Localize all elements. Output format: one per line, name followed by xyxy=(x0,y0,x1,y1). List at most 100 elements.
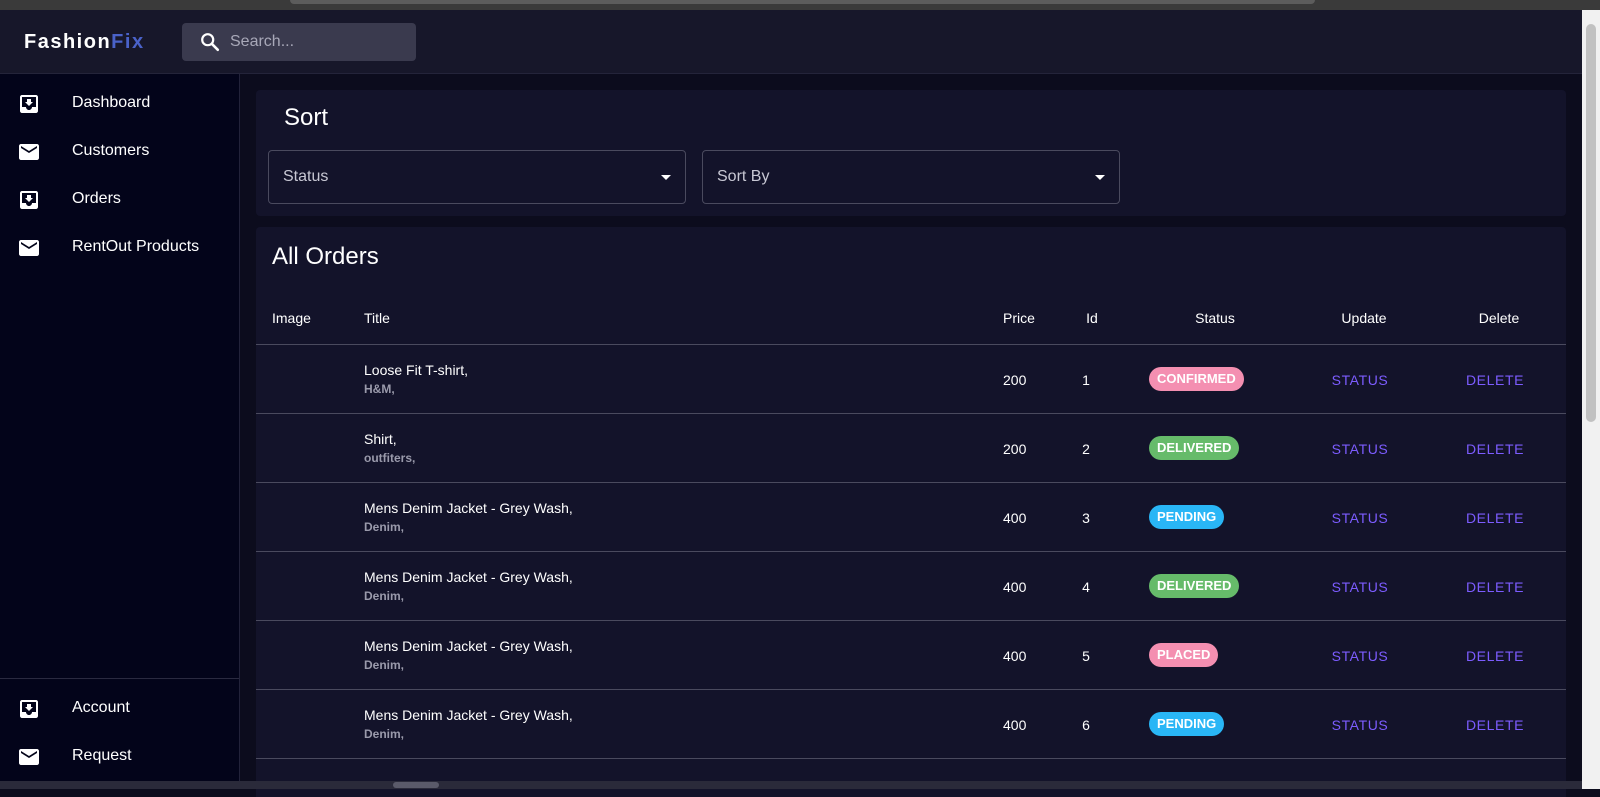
search-input[interactable] xyxy=(230,23,410,61)
sidebar-item-label: Orders xyxy=(72,190,121,207)
order-brand: H&M, xyxy=(364,382,395,396)
status-badge: DELIVERED xyxy=(1149,436,1240,460)
table-row: Mens Denim Jacket - Grey Wash, Denim, 40… xyxy=(256,482,1566,552)
status-badge: DELIVERED xyxy=(1149,574,1240,598)
order-id: 6 xyxy=(1082,717,1090,733)
status-badge: CONFIRMED xyxy=(1149,367,1244,391)
browser-top-bar xyxy=(0,0,1600,10)
vertical-scrollbar[interactable] xyxy=(1582,10,1600,789)
order-id: 2 xyxy=(1082,441,1090,457)
status-badge: PENDING xyxy=(1149,505,1225,529)
browser-top-bar-inner xyxy=(290,0,1315,4)
mail-icon xyxy=(19,144,39,160)
order-brand: Denim, xyxy=(364,520,405,534)
orders-title: All Orders xyxy=(272,243,379,270)
column-header-title: Title xyxy=(364,310,390,326)
search-icon xyxy=(201,33,220,52)
order-brand: Denim, xyxy=(364,589,405,603)
mail-icon xyxy=(19,749,39,765)
app-bar: FashionFix xyxy=(0,10,1582,74)
sidebar-item-request[interactable]: Request xyxy=(0,734,239,780)
sidebar-item-account[interactable]: Account xyxy=(0,686,239,732)
order-id: 1 xyxy=(1082,372,1090,388)
sidebar-item-orders[interactable]: Orders xyxy=(0,177,239,223)
app-logo[interactable]: FashionFix xyxy=(24,31,145,54)
order-title: Shirt, xyxy=(364,431,397,447)
update-status-button[interactable]: STATUS xyxy=(1332,441,1389,457)
sort-title: Sort xyxy=(284,104,329,131)
order-price: 400 xyxy=(1003,717,1027,733)
order-title: Mens Denim Jacket - Grey Wash, xyxy=(364,569,573,585)
order-title: Loose Fit T-shirt, xyxy=(364,362,469,378)
sidebar-item-label: Request xyxy=(72,747,132,764)
column-header-status: Status xyxy=(1195,310,1235,326)
order-title: Mens Denim Jacket - Grey Wash, xyxy=(364,707,573,723)
sidebar-item-dashboard[interactable]: Dashboard xyxy=(0,81,239,127)
table-row: Loose Fit T-shirt, H&M, 200 1 CONFIRMED … xyxy=(256,344,1566,414)
delete-button[interactable]: DELETE xyxy=(1466,510,1524,526)
update-status-button[interactable]: STATUS xyxy=(1332,648,1389,664)
search-box[interactable] xyxy=(182,23,416,61)
table-row: Mens Denim Jacket - Grey Wash, Denim, 40… xyxy=(256,551,1566,621)
order-price: 200 xyxy=(1003,441,1027,457)
order-brand: outfiters, xyxy=(364,451,416,465)
order-price: 400 xyxy=(1003,648,1027,664)
sidebar-item-label: Dashboard xyxy=(72,94,151,111)
column-header-update: Update xyxy=(1341,310,1387,326)
update-status-button[interactable]: STATUS xyxy=(1332,372,1389,388)
table-row: Mens Denim Jacket - Grey Wash, Denim, 40… xyxy=(256,620,1566,690)
status-badge: PENDING xyxy=(1149,712,1225,736)
inbox-download-icon xyxy=(20,700,38,718)
delete-button[interactable]: DELETE xyxy=(1466,579,1524,595)
order-price: 400 xyxy=(1003,510,1027,526)
order-price: 200 xyxy=(1003,372,1027,388)
table-row: Mens Denim Jacket - Grey Wash, Denim, 40… xyxy=(256,689,1566,759)
delete-button[interactable]: DELETE xyxy=(1466,372,1524,388)
order-id: 3 xyxy=(1082,510,1090,526)
inbox-download-icon xyxy=(20,95,38,113)
sidebar-item-customers[interactable]: Customers xyxy=(0,129,239,175)
sort-by-select-label: Sort By xyxy=(717,168,770,185)
status-select[interactable]: Status xyxy=(268,150,686,204)
sidebar-divider xyxy=(0,678,239,679)
table-row xyxy=(256,758,1566,797)
order-id: 5 xyxy=(1082,648,1090,664)
order-id: 4 xyxy=(1082,579,1090,595)
dropdown-arrow-icon xyxy=(1095,175,1105,180)
column-header-id: Id xyxy=(1086,310,1098,326)
column-header-price: Price xyxy=(1003,310,1035,326)
horizontal-scrollbar-thumb[interactable] xyxy=(393,782,439,788)
column-header-delete: Delete xyxy=(1478,310,1520,326)
horizontal-scrollbar[interactable] xyxy=(0,781,1582,789)
dropdown-arrow-icon xyxy=(661,175,671,180)
inbox-download-icon xyxy=(20,191,38,209)
update-status-button[interactable]: STATUS xyxy=(1332,510,1389,526)
logo-accent-text: Fix xyxy=(111,31,145,53)
mail-icon xyxy=(19,240,39,256)
logo-main-text: Fashion xyxy=(24,31,112,53)
sidebar-item-label: RentOut Products xyxy=(72,238,200,255)
delete-button[interactable]: DELETE xyxy=(1466,717,1524,733)
status-badge: PLACED xyxy=(1149,643,1219,667)
order-title: Mens Denim Jacket - Grey Wash, xyxy=(364,500,573,516)
order-brand: Denim, xyxy=(364,727,405,741)
update-status-button[interactable]: STATUS xyxy=(1332,717,1389,733)
sidebar-item-label: Customers xyxy=(72,142,150,159)
main-content: Sort Status Sort By All Orders Image Tit… xyxy=(240,74,1582,797)
sidebar-item-label: Account xyxy=(72,699,130,716)
order-title: Mens Denim Jacket - Grey Wash, xyxy=(364,638,573,654)
sidebar-item-rentout-products[interactable]: RentOut Products xyxy=(0,225,239,271)
vertical-scrollbar-thumb[interactable] xyxy=(1586,24,1596,422)
order-brand: Denim, xyxy=(364,658,405,672)
sidebar: Dashboard Customers Orders RentOut Produ… xyxy=(0,74,240,789)
table-row: Shirt, outfiters, 200 2 DELIVERED STATUS… xyxy=(256,413,1566,483)
update-status-button[interactable]: STATUS xyxy=(1332,579,1389,595)
column-header-image: Image xyxy=(272,310,311,326)
orders-panel: All Orders Image Title Price Id Status U… xyxy=(256,227,1566,797)
status-select-label: Status xyxy=(283,168,329,185)
delete-button[interactable]: DELETE xyxy=(1466,648,1524,664)
sort-by-select[interactable]: Sort By xyxy=(702,150,1120,204)
sort-panel: Sort Status Sort By xyxy=(256,90,1566,216)
delete-button[interactable]: DELETE xyxy=(1466,441,1524,457)
order-price: 400 xyxy=(1003,579,1027,595)
